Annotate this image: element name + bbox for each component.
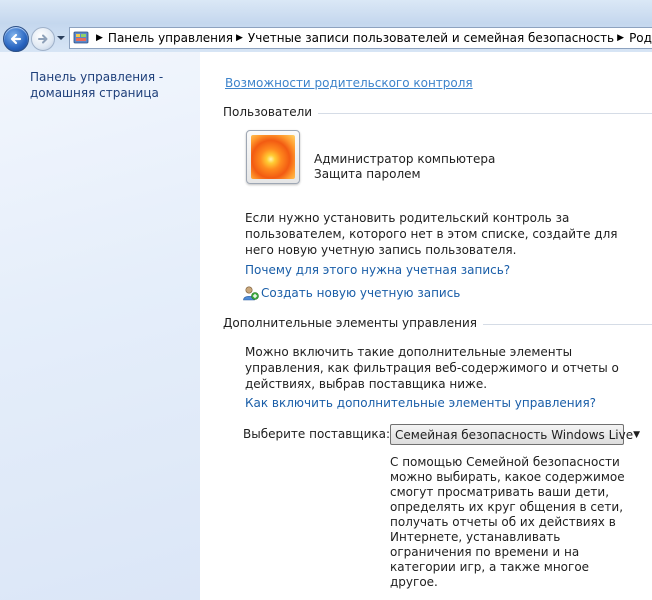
add-user-icon (243, 286, 259, 301)
users-section-title: Пользователи (223, 105, 313, 119)
dropdown-arrow-icon[interactable] (56, 34, 66, 42)
provider-select-value: Семейная безопасность Windows Live (395, 427, 634, 442)
user-status: Защита паролем (314, 167, 421, 181)
breadcrumb-arrow-icon[interactable]: ▶ (617, 33, 624, 43)
back-button[interactable] (3, 26, 29, 52)
breadcrumb-item-user-accounts[interactable]: Учетные записи пользователей и семейная … (248, 31, 614, 45)
why-account-link[interactable]: Почему для этого нужна учетная запись? (245, 263, 510, 277)
parental-controls-features-link[interactable]: Возможности родительского контроля (225, 76, 473, 90)
provider-description: С помощью Семейной безопасности можно вы… (390, 455, 625, 589)
users-section-header: Пользователи (223, 105, 652, 119)
how-enable-controls-link[interactable]: Как включить дополнительные элементы упр… (245, 396, 596, 410)
forward-arrow-icon (38, 34, 48, 44)
users-hint-text: Если нужно установить родительский контр… (245, 211, 618, 257)
breadcrumb-item-parental-controls[interactable]: Родительский контроль (629, 31, 652, 45)
user-picture-icon (251, 135, 295, 179)
extra-controls-section-title: Дополнительные элементы управления (223, 316, 477, 330)
create-account-link[interactable]: Создать новую учетную запись (242, 285, 460, 301)
forward-button[interactable] (31, 27, 55, 51)
user-name[interactable]: Администратор компьютера (314, 152, 495, 166)
provider-select[interactable]: Семейная безопасность Windows Live ▼ (390, 424, 640, 445)
breadcrumb-arrow-icon: ▶ (96, 33, 103, 43)
section-divider (482, 323, 652, 325)
user-tile[interactable] (246, 130, 300, 184)
create-account-label[interactable]: Создать новую учетную запись (261, 286, 460, 300)
left-task-pane: Панель управления - домашняя страница (0, 52, 200, 600)
provider-label: Выберите поставщика: (243, 427, 391, 441)
breadcrumb-arrow-icon[interactable]: ▶ (236, 33, 243, 43)
breadcrumb-item-control-panel[interactable]: Панель управления (108, 31, 233, 45)
control-panel-icon (73, 31, 89, 44)
navigation-bar: ▶ Панель управления ▶ Учетные записи пол… (0, 0, 652, 52)
section-divider (318, 112, 652, 114)
control-panel-home-link[interactable]: Панель управления - домашняя страница (30, 69, 190, 101)
main-content: Возможности родительского контроля Польз… (200, 52, 652, 600)
chevron-down-icon: ▼ (633, 429, 640, 440)
back-arrow-icon (10, 33, 22, 45)
address-bar[interactable]: ▶ Панель управления ▶ Учетные записи пол… (69, 27, 652, 49)
extra-controls-hint-text: Можно включить такие дополнительные элем… (245, 345, 619, 391)
extra-controls-section-header: Дополнительные элементы управления (223, 316, 652, 330)
